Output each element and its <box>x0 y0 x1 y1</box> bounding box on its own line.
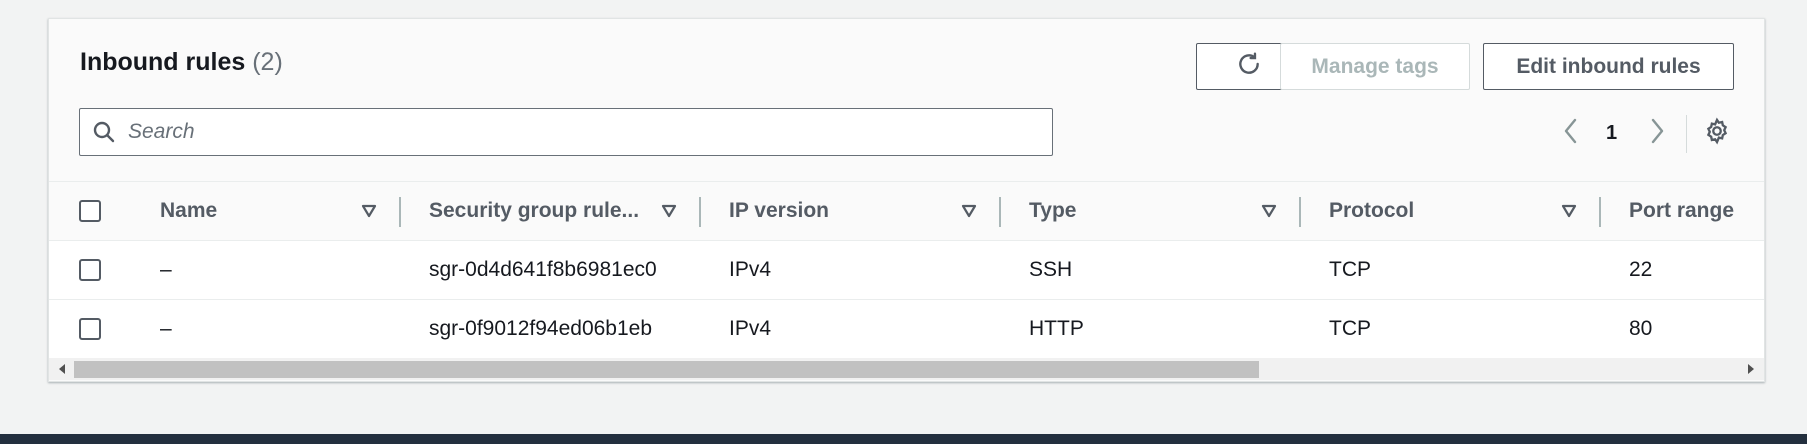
cell-port-range: 22 <box>1629 258 1653 281</box>
sort-down-icon[interactable] <box>1261 182 1277 240</box>
sort-down-icon[interactable] <box>961 182 977 240</box>
cell-rule-id: sgr-0f9012f94ed06b1eb <box>429 317 653 340</box>
scroll-right-arrow-icon[interactable] <box>1742 358 1760 380</box>
chevron-left-icon <box>1561 116 1581 151</box>
cell-port-range: 80 <box>1629 317 1653 340</box>
search-field <box>79 108 1053 156</box>
cell-type: SSH <box>1029 258 1073 281</box>
column-header-name[interactable]: Name <box>160 182 217 240</box>
column-divider[interactable] <box>1599 197 1601 227</box>
manage-tags-label: Manage tags <box>1311 54 1439 78</box>
cell-type: HTTP <box>1029 317 1084 340</box>
scroll-left-arrow-icon[interactable] <box>53 358 71 380</box>
edit-inbound-rules-label: Edit inbound rules <box>1516 54 1701 78</box>
pager-divider <box>1686 115 1687 153</box>
column-divider[interactable] <box>1299 197 1301 227</box>
edit-inbound-rules-button[interactable]: Edit inbound rules <box>1483 43 1734 90</box>
cell-protocol: TCP <box>1329 258 1371 281</box>
sort-down-icon[interactable] <box>661 182 677 240</box>
search-input[interactable] <box>128 120 1028 144</box>
column-header-protocol[interactable]: Protocol <box>1329 182 1414 240</box>
column-header-type[interactable]: Type <box>1029 182 1076 240</box>
cell-ip-version: IPv4 <box>729 317 772 340</box>
select-all-checkbox[interactable] <box>79 182 101 240</box>
cell-name: – <box>160 258 172 281</box>
row-checkbox[interactable] <box>79 300 101 358</box>
search-icon <box>80 120 128 144</box>
table-row[interactable]: – sgr-0d4d641f8b6981ec0 IPv4 SSH TCP 22 <box>49 241 1764 300</box>
console-footer <box>0 434 1807 444</box>
panel-title: Inbound rules (2) <box>80 48 283 77</box>
sort-down-icon[interactable] <box>361 182 377 240</box>
column-divider[interactable] <box>699 197 701 227</box>
column-divider[interactable] <box>399 197 401 227</box>
column-header-port-range[interactable]: Port range <box>1629 182 1734 240</box>
title-text: Inbound rules <box>80 48 246 76</box>
table-row[interactable]: – sgr-0f9012f94ed06b1eb IPv4 HTTP TCP 80 <box>49 300 1764 359</box>
cell-protocol: TCP <box>1329 317 1371 340</box>
column-header-ip-version[interactable]: IP version <box>729 182 829 240</box>
sort-down-icon[interactable] <box>1561 182 1577 240</box>
inbound-rules-panel: Inbound rules (2) Manage tags Edit inbou… <box>48 18 1765 382</box>
rules-table: Name Security group rule... IP version T… <box>49 181 1764 359</box>
cell-ip-version: IPv4 <box>729 258 772 281</box>
preferences-button[interactable] <box>1703 115 1731 151</box>
column-divider[interactable] <box>999 197 1001 227</box>
manage-tags-button[interactable]: Manage tags <box>1280 43 1470 90</box>
horizontal-scrollbar[interactable] <box>49 358 1764 380</box>
row-checkbox[interactable] <box>79 241 101 299</box>
page-number[interactable]: 1 <box>1606 115 1617 151</box>
table-header-row: Name Security group rule... IP version T… <box>49 181 1764 241</box>
refresh-icon <box>1236 51 1262 83</box>
next-page-button[interactable] <box>1647 115 1667 151</box>
previous-page-button[interactable] <box>1561 115 1581 151</box>
cell-name: – <box>160 317 172 340</box>
cell-rule-id: sgr-0d4d641f8b6981ec0 <box>429 258 657 281</box>
chevron-right-icon <box>1647 116 1667 151</box>
scrollbar-thumb[interactable] <box>74 361 1259 378</box>
column-header-rule-id[interactable]: Security group rule... <box>429 182 639 240</box>
gear-icon <box>1703 116 1731 150</box>
rule-count: (2) <box>252 48 283 76</box>
